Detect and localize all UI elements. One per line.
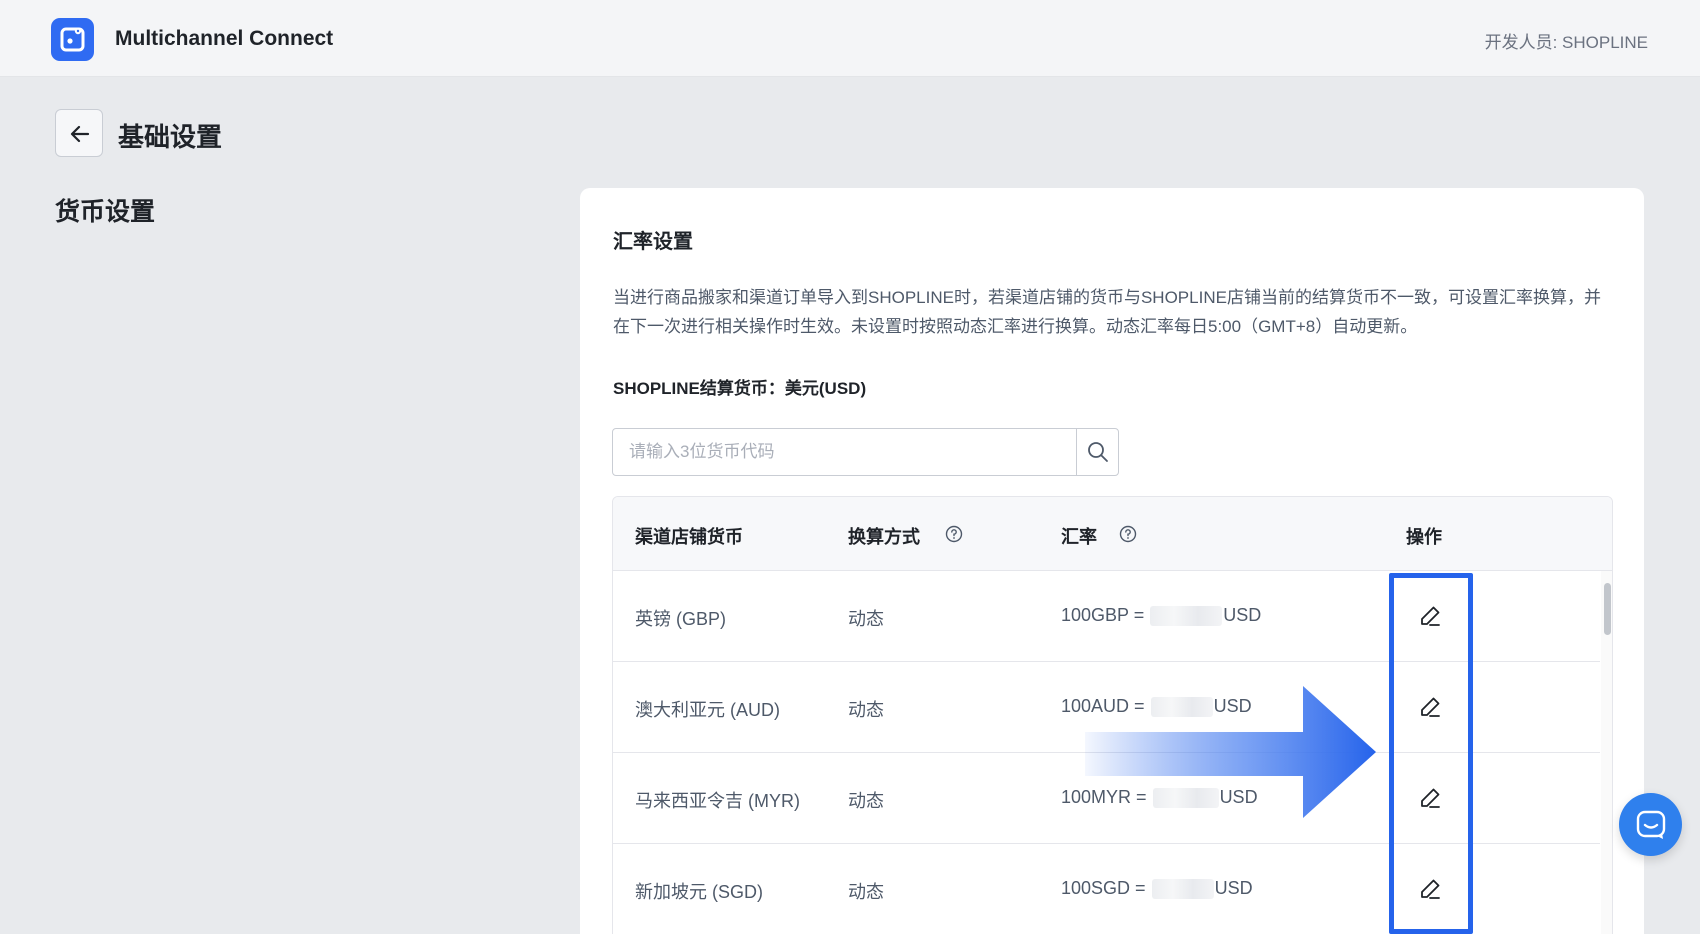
rate-cell: 100SGD = USD (1061, 878, 1253, 900)
scrollbar-thumb[interactable] (1604, 583, 1611, 635)
method-cell: 动态 (848, 791, 884, 811)
table-header: 渠道店铺货币 换算方式 汇率 操作 (613, 497, 1612, 571)
header-currency: 渠道店铺货币 (635, 527, 743, 547)
chat-button[interactable] (1619, 793, 1682, 856)
currency-cell: 澳大利亚元 (AUD) (635, 700, 780, 720)
highlight-box (1389, 573, 1473, 934)
question-circle-icon[interactable] (1119, 525, 1137, 543)
method-cell: 动态 (848, 700, 884, 720)
top-bar: Multichannel Connect 开发人员: SHOPLINE (0, 0, 1700, 77)
back-button[interactable] (55, 109, 103, 157)
settlement-currency: SHOPLINE结算货币：美元(USD) (613, 379, 867, 398)
currency-cell: 新加坡元 (SGD) (635, 882, 763, 902)
header-method: 换算方式 (848, 527, 920, 547)
method-cell: 动态 (848, 609, 884, 629)
developer-label: 开发人员: SHOPLINE (1484, 33, 1648, 52)
app-title: Multichannel Connect (115, 27, 334, 50)
rate-prefix: 100GBP = (1061, 605, 1145, 625)
currency-cell: 英镑 (GBP) (635, 609, 727, 629)
rate-prefix: 100SGD = (1061, 878, 1146, 898)
arrow-left-icon (70, 125, 90, 143)
search-button[interactable] (1076, 429, 1118, 475)
header-rate: 汇率 (1061, 527, 1097, 547)
exchange-rate-card: 汇率设置 当进行商品搬家和渠道订单导入到SHOPLINE时，若渠道店铺的货币与S… (580, 188, 1644, 934)
page-title: 基础设置 (118, 122, 223, 152)
rate-suffix: USD (1223, 605, 1262, 625)
blurred-rate-value (1151, 879, 1214, 900)
search-icon (1088, 442, 1108, 462)
chat-icon (1636, 810, 1666, 839)
rate-cell: 100GBP = USD (1061, 605, 1262, 627)
currency-cell: 马来西亚令吉 (MYR) (635, 791, 800, 811)
question-circle-icon[interactable] (945, 525, 963, 543)
rate-suffix: USD (1214, 878, 1253, 898)
annotation-arrow-icon (1085, 686, 1376, 818)
card-description: 当进行商品搬家和渠道订单导入到SHOPLINE时，若渠道店铺的货币与SHOPLI… (613, 288, 1601, 336)
method-cell: 动态 (848, 882, 884, 902)
card-title: 汇率设置 (613, 231, 693, 253)
currency-search (612, 428, 1119, 476)
search-input[interactable] (613, 429, 1077, 475)
app-logo-icon[interactable] (51, 18, 94, 61)
header-action: 操作 (1406, 527, 1442, 547)
section-title: 货币设置 (55, 198, 156, 226)
blurred-rate-value (1150, 606, 1223, 627)
